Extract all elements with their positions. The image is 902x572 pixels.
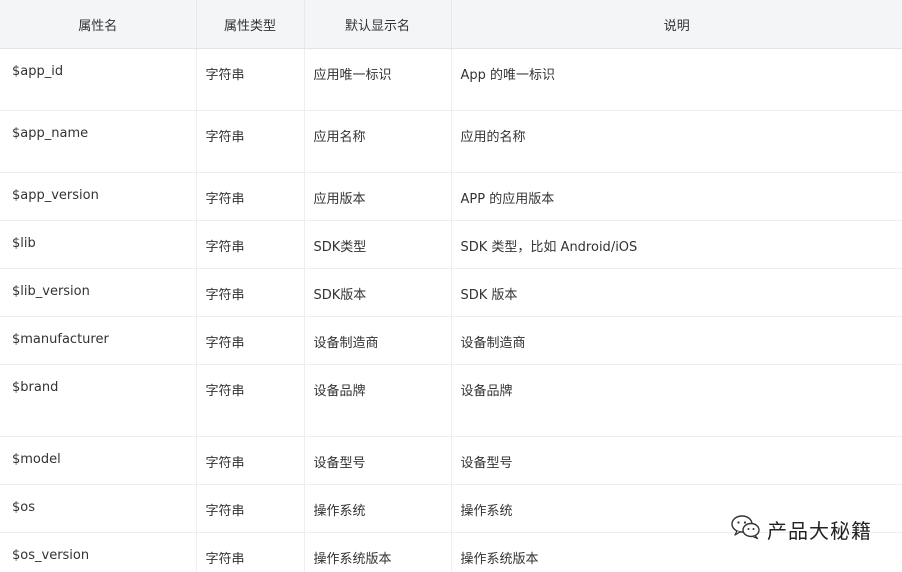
table-row: $manufacturer 字符串 设备制造商 设备制造商 xyxy=(0,316,902,365)
cell-description: 应用的名称 xyxy=(451,110,902,173)
header-default-display-name: 默认显示名 xyxy=(304,0,452,49)
cell-attribute-name: $lib_version xyxy=(0,268,197,317)
cell-attribute-type: 字符串 xyxy=(196,532,305,572)
watermark: 产品大秘籍 xyxy=(731,514,872,544)
attribute-table: 属性名 属性类型 默认显示名 说明 $app_id 字符串 应用唯一标识 App… xyxy=(0,0,902,572)
cell-attribute-name: $brand xyxy=(0,364,197,437)
cell-attribute-name: $app_id xyxy=(0,48,197,111)
cell-attribute-name: $manufacturer xyxy=(0,316,197,365)
header-attribute-type: 属性类型 xyxy=(196,0,305,49)
cell-attribute-type: 字符串 xyxy=(196,110,305,173)
table-row: $app_version 字符串 应用版本 APP 的应用版本 xyxy=(0,172,902,221)
cell-attribute-name: $lib xyxy=(0,220,197,269)
cell-description: 设备型号 xyxy=(451,436,902,485)
table-row: $lib_version 字符串 SDK版本 SDK 版本 xyxy=(0,268,902,317)
table-row: $lib 字符串 SDK类型 SDK 类型，比如 Android/iOS xyxy=(0,220,902,269)
cell-attribute-type: 字符串 xyxy=(196,316,305,365)
table-row: $app_name 字符串 应用名称 应用的名称 xyxy=(0,110,902,173)
cell-description: SDK 类型，比如 Android/iOS xyxy=(451,220,902,269)
cell-attribute-name: $os_version xyxy=(0,532,197,572)
table-row: $model 字符串 设备型号 设备型号 xyxy=(0,436,902,485)
cell-display-name: 设备型号 xyxy=(304,436,452,485)
cell-attribute-name: $app_name xyxy=(0,110,197,173)
cell-attribute-name: $os xyxy=(0,484,197,533)
cell-display-name: SDK类型 xyxy=(304,220,452,269)
cell-description: 设备品牌 xyxy=(451,364,902,437)
cell-attribute-name: $app_version xyxy=(0,172,197,221)
cell-attribute-type: 字符串 xyxy=(196,220,305,269)
cell-display-name: 设备制造商 xyxy=(304,316,452,365)
cell-display-name: SDK版本 xyxy=(304,268,452,317)
cell-attribute-type: 字符串 xyxy=(196,436,305,485)
cell-display-name: 设备品牌 xyxy=(304,364,452,437)
cell-attribute-type: 字符串 xyxy=(196,172,305,221)
table-row: $brand 字符串 设备品牌 设备品牌 xyxy=(0,364,902,437)
cell-attribute-type: 字符串 xyxy=(196,268,305,317)
cell-display-name: 应用版本 xyxy=(304,172,452,221)
cell-description: 设备制造商 xyxy=(451,316,902,365)
attribute-table-container: 属性名 属性类型 默认显示名 说明 $app_id 字符串 应用唯一标识 App… xyxy=(0,0,902,572)
cell-description: App 的唯一标识 xyxy=(451,48,902,111)
cell-attribute-type: 字符串 xyxy=(196,364,305,437)
cell-attribute-type: 字符串 xyxy=(196,484,305,533)
table-row: $app_id 字符串 应用唯一标识 App 的唯一标识 xyxy=(0,48,902,111)
cell-attribute-name: $model xyxy=(0,436,197,485)
cell-description: APP 的应用版本 xyxy=(451,172,902,221)
cell-display-name: 操作系统 xyxy=(304,484,452,533)
cell-display-name: 操作系统版本 xyxy=(304,532,452,572)
table-header-row: 属性名 属性类型 默认显示名 说明 xyxy=(0,0,902,49)
cell-display-name: 应用唯一标识 xyxy=(304,48,452,111)
cell-description: SDK 版本 xyxy=(451,268,902,317)
cell-attribute-type: 字符串 xyxy=(196,48,305,111)
watermark-text: 产品大秘籍 xyxy=(767,518,872,543)
header-attribute-name: 属性名 xyxy=(0,0,197,49)
cell-display-name: 应用名称 xyxy=(304,110,452,173)
header-description: 说明 xyxy=(451,0,902,49)
wechat-icon xyxy=(731,514,761,544)
